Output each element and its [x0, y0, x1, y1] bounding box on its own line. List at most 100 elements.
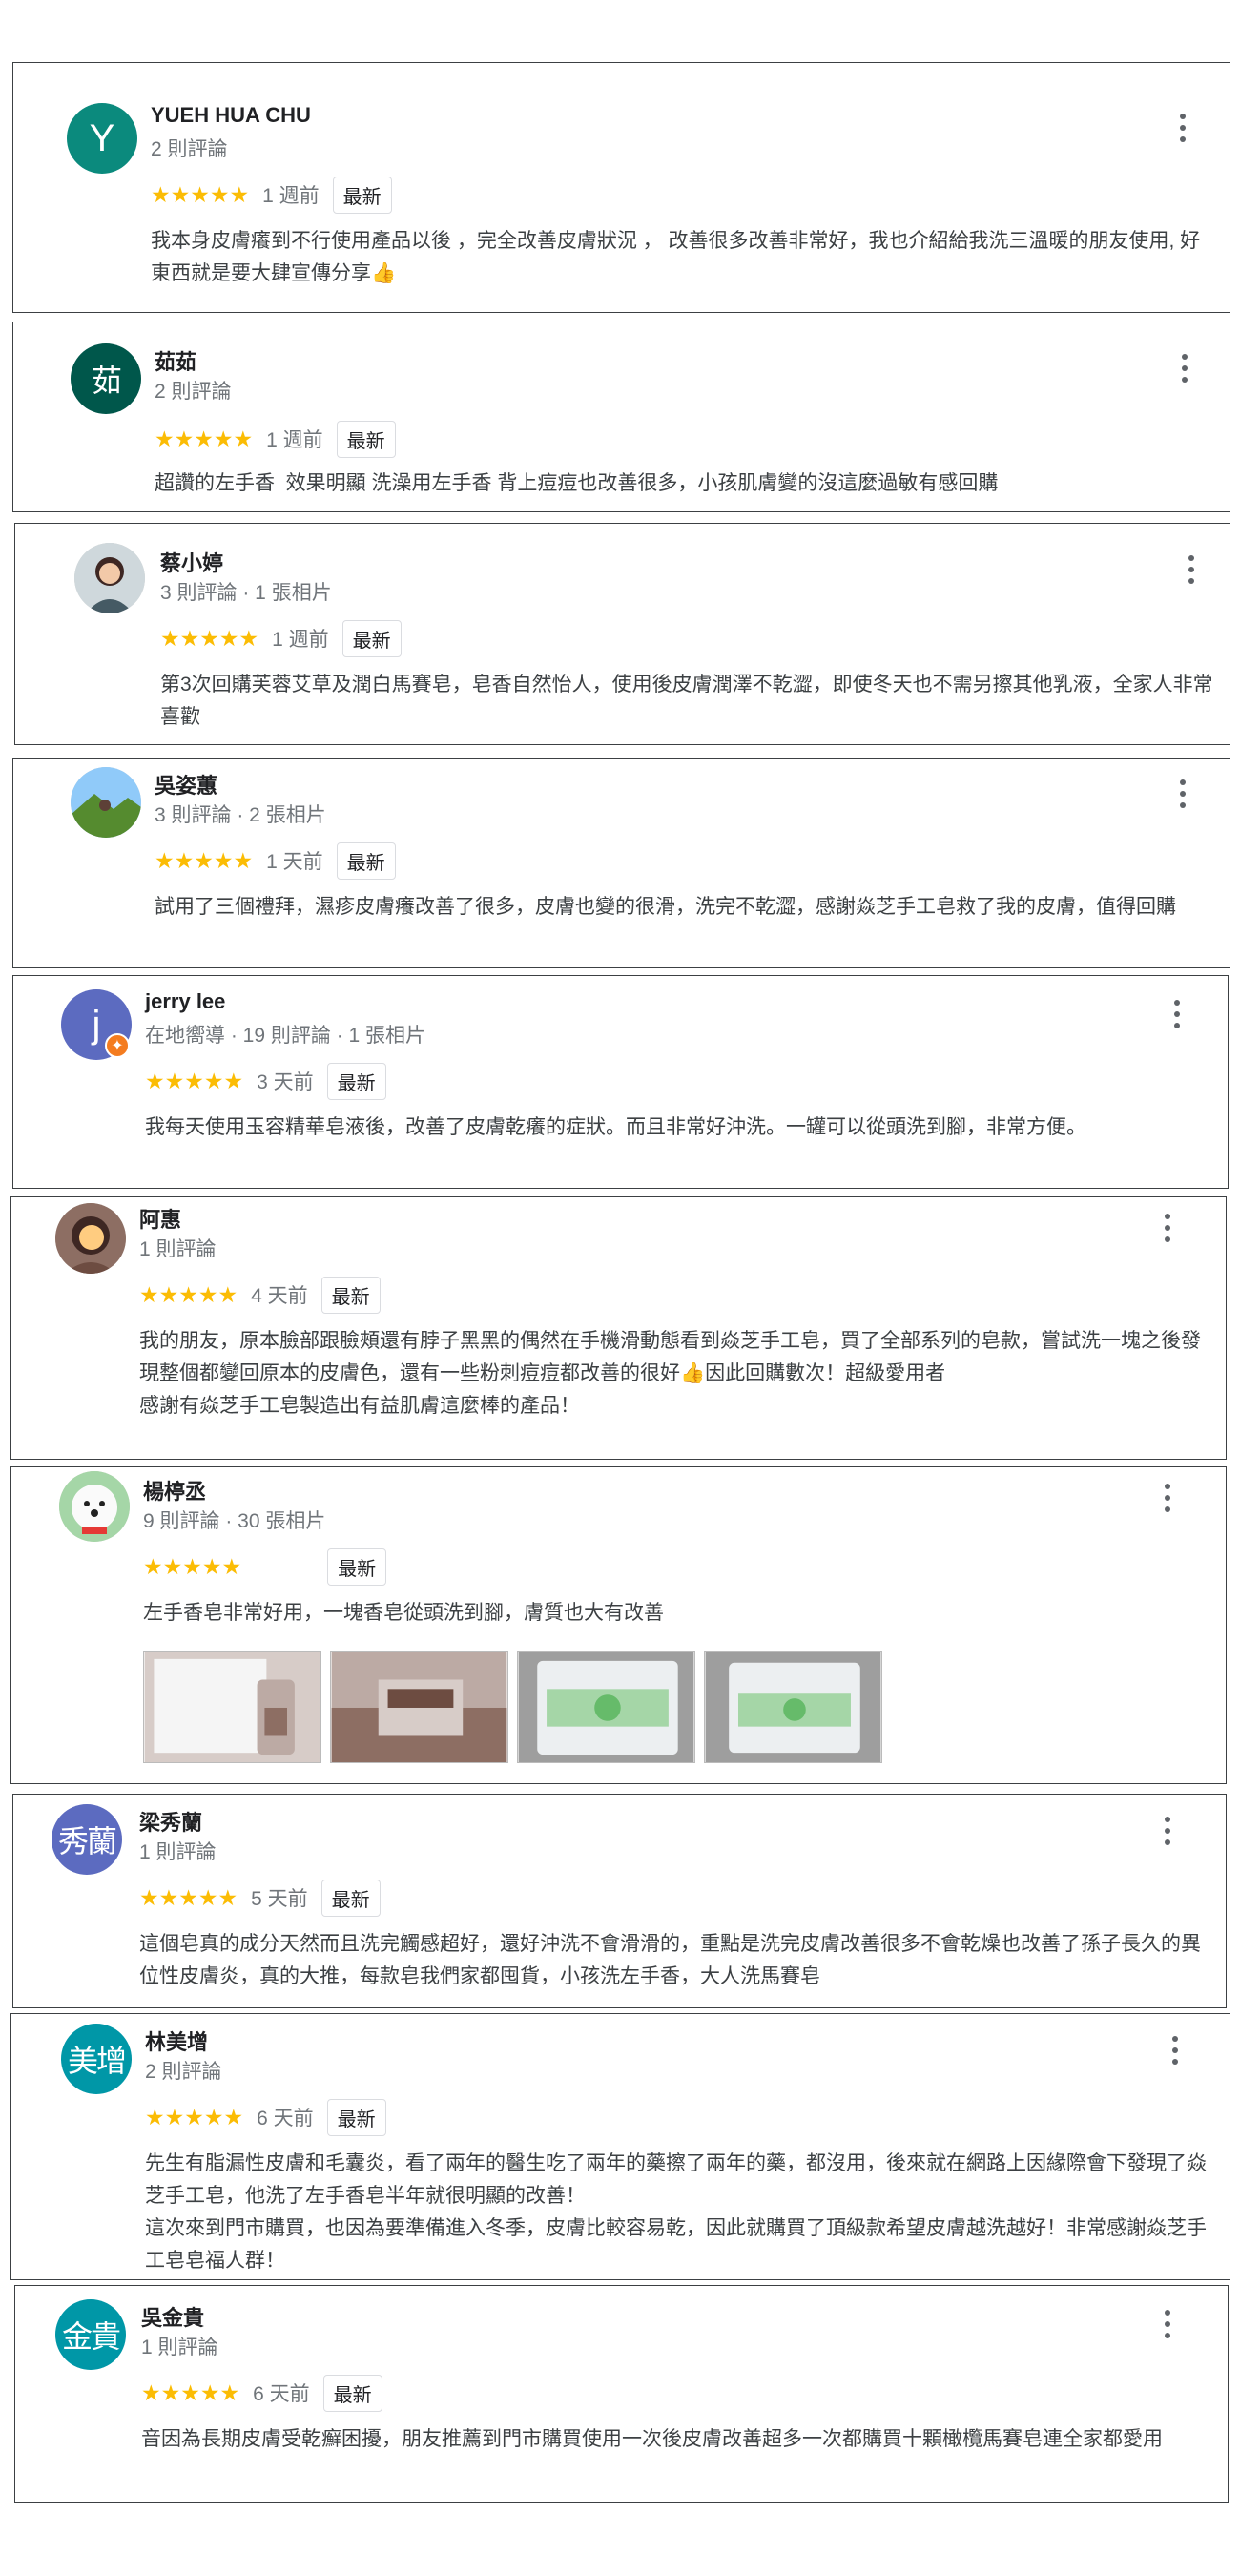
star-rating-icon: ★★★★★ — [143, 1553, 242, 1579]
new-badge: 最新 — [326, 2098, 386, 2136]
avatar[interactable]: Y — [67, 103, 137, 174]
more-options-icon[interactable] — [1158, 1814, 1177, 1848]
review-text: 這個皂真的成分天然而且洗完觸感超好，還好沖洗不會滑滑的，重點是洗完皮膚改善很多不… — [139, 1933, 1201, 1987]
review-text: 第3次回購芙蓉艾草及潤白馬賽皂，皂香自然怡人，使用後皮膚潤澤不乾澀，即使冬天也不… — [160, 674, 1213, 728]
reviewer-name[interactable]: 吳姿蕙 — [155, 769, 217, 800]
rating-row: ★★★★★ 1 週前 最新 — [155, 420, 396, 458]
review-card: 美增 林美增 2 則評論 ★★★★★ 6 天前 最新 先生有脂漏性皮膚和毛囊炎，… — [10, 2013, 1230, 2280]
rating-row: ★★★★★ 1 天前 最新 — [155, 841, 396, 880]
reviewer-meta: 3 則評論 · 2 張相片 — [155, 804, 326, 826]
rating-row: ★★★★★ 6 天前 最新 — [141, 2374, 382, 2412]
reviewer-name[interactable]: 阿惠 — [139, 1203, 181, 1234]
soap-pack-photo-icon — [518, 1652, 694, 1762]
new-badge: 最新 — [336, 841, 396, 880]
more-options-icon[interactable] — [1173, 777, 1192, 811]
review-time: 1 週前 — [262, 185, 320, 207]
rating-row: ★★★★★ 1 週前 最新 — [160, 619, 402, 657]
avatar[interactable] — [55, 1203, 126, 1274]
rating-row: ★★★★★ 1 週前 最新 — [151, 176, 392, 214]
more-options-icon[interactable] — [1182, 552, 1201, 587]
avatar[interactable] — [74, 543, 145, 613]
reviewer-name[interactable]: YUEH HUA CHU — [151, 103, 311, 128]
reviewer-name[interactable]: jerry lee — [145, 989, 225, 1014]
reviewer-name[interactable]: 梁秀蘭 — [139, 1806, 202, 1837]
more-options-icon[interactable] — [1158, 2307, 1177, 2341]
reviewer-name[interactable]: 楊楟丞 — [143, 1475, 206, 1506]
new-badge: 最新 — [326, 1062, 386, 1100]
review-text: 先生有脂漏性皮膚和毛囊炎，看了兩年的醫生吃了兩年的藥擦了兩年的藥，都沒用，後來就… — [145, 2152, 1207, 2272]
rating-row: ★★★★★ 最新 — [143, 1548, 387, 1586]
review-card: j ✦ jerry lee 在地嚮導 · 19 則評論 · 1 張相片 ★★★★… — [12, 975, 1229, 1189]
reviewer-meta: 在地嚮導 · 19 則評論 · 1 張相片 — [145, 1025, 426, 1047]
new-badge: 最新 — [320, 1276, 381, 1314]
new-badge: 最新 — [320, 1879, 381, 1917]
person-photo-icon — [74, 543, 145, 613]
more-options-icon[interactable] — [1158, 1481, 1177, 1515]
review-time: 1 天前 — [266, 851, 323, 873]
star-rating-icon: ★★★★★ — [155, 847, 254, 873]
review-text: 音因為長期皮膚受乾癬困擾，朋友推薦到門市購買使用一次後皮膚改善超多一次都購買十顆… — [141, 2428, 1163, 2450]
avatar[interactable] — [71, 767, 141, 838]
avatar[interactable]: 美增 — [61, 2024, 132, 2094]
star-rating-icon: ★★★★★ — [141, 2379, 240, 2405]
review-time: 6 天前 — [257, 2108, 314, 2129]
more-options-icon[interactable] — [1173, 111, 1192, 145]
more-options-icon[interactable] — [1158, 1211, 1177, 1245]
dog-photo-icon — [59, 1471, 130, 1542]
rating-row: ★★★★★ 6 天前 最新 — [145, 2098, 386, 2136]
reviewer-name[interactable]: 茹茹 — [155, 345, 196, 376]
review-time: 1 週前 — [266, 429, 323, 451]
landscape-photo-icon — [71, 767, 141, 838]
avatar[interactable] — [59, 1471, 130, 1542]
reviewer-name[interactable]: 林美增 — [145, 2025, 208, 2056]
reviewer-meta: 1 則評論 — [141, 2337, 218, 2358]
new-badge: 最新 — [341, 619, 402, 657]
review-text: 左手香皂非常好用，一塊香皂從頭洗到腳，膚質也大有改善 — [143, 1602, 664, 1624]
reviewer-meta: 2 則評論 — [155, 381, 232, 403]
local-guide-icon: ✦ — [105, 1033, 130, 1058]
soap-box-photo-icon — [331, 1652, 507, 1762]
review-text: 我的朋友，原本臉部跟臉頰還有脖子黑黑的偶然在手機滑動態看到焱芝手工皂，買了全部系… — [139, 1330, 1201, 1417]
star-rating-icon: ★★★★★ — [139, 1281, 238, 1307]
soap-pack-photo-icon — [705, 1652, 881, 1762]
avatar[interactable]: 金貴 — [55, 2299, 126, 2370]
reviewer-name[interactable]: 蔡小婷 — [160, 547, 223, 577]
new-badge: 最新 — [336, 420, 396, 458]
review-card: Y YUEH HUA CHU 2 則評論 ★★★★★ 1 週前 最新 我本身皮膚… — [12, 62, 1230, 313]
star-rating-icon: ★★★★★ — [151, 181, 250, 207]
review-time: 4 天前 — [251, 1285, 308, 1307]
more-options-icon[interactable] — [1166, 2033, 1185, 2067]
avatar[interactable]: 秀蘭 — [52, 1804, 122, 1875]
review-card: 秀蘭 梁秀蘭 1 則評論 ★★★★★ 5 天前 最新 這個皂真的成分天然而且洗完… — [12, 1794, 1227, 2008]
review-card: 阿惠 1 則評論 ★★★★★ 4 天前 最新 我的朋友，原本臉部跟臉頰還有脖子黑… — [10, 1196, 1227, 1460]
new-badge: 最新 — [322, 2374, 382, 2412]
review-card: 金貴 吳金貴 1 則評論 ★★★★★ 6 天前 最新 音因為長期皮膚受乾癬困擾，… — [14, 2285, 1229, 2503]
review-card: 茹 茹茹 2 則評論 ★★★★★ 1 週前 最新 超讚的左手香 效果明顯 洗澡用… — [12, 322, 1230, 512]
review-time: 6 天前 — [253, 2383, 310, 2405]
reviewer-name[interactable]: 吳金貴 — [141, 2301, 204, 2332]
review-time: 1 週前 — [272, 629, 329, 651]
star-rating-icon: ★★★★★ — [145, 2104, 244, 2129]
review-photo[interactable] — [143, 1651, 321, 1763]
review-time: 3 天前 — [257, 1071, 314, 1093]
review-text: 我本身皮膚癢到不行使用產品以後 ，完全改善皮膚狀況 ， 改善很多改善非常好，我也… — [151, 230, 1201, 284]
review-photo[interactable] — [517, 1651, 695, 1763]
review-card: 蔡小婷 3 則評論 · 1 張相片 ★★★★★ 1 週前 最新 第3次回購芙蓉艾… — [14, 523, 1230, 745]
more-options-icon[interactable] — [1175, 351, 1194, 385]
soap-bottle-photo-icon — [144, 1652, 320, 1762]
star-rating-icon: ★★★★★ — [155, 426, 254, 451]
reviewer-meta: 9 則評論 · 30 張相片 — [143, 1510, 326, 1532]
review-card: 楊楟丞 9 則評論 · 30 張相片 ★★★★★ 最新 左手香皂非常好用，一塊香… — [10, 1466, 1227, 1784]
rating-row: ★★★★★ 4 天前 最新 — [139, 1276, 381, 1314]
star-rating-icon: ★★★★★ — [139, 1884, 238, 1910]
rating-row: ★★★★★ 3 天前 最新 — [145, 1062, 386, 1100]
new-badge: 最新 — [327, 1548, 387, 1586]
more-options-icon[interactable] — [1168, 997, 1187, 1031]
reviewer-meta: 2 則評論 — [151, 138, 228, 160]
review-photo[interactable] — [704, 1651, 882, 1763]
review-photo[interactable] — [330, 1651, 508, 1763]
avatar[interactable]: 茹 — [71, 343, 141, 414]
star-rating-icon: ★★★★★ — [145, 1068, 244, 1093]
rating-row: ★★★★★ 5 天前 最新 — [139, 1879, 381, 1917]
reviewer-meta: 1 則評論 — [139, 1841, 217, 1863]
